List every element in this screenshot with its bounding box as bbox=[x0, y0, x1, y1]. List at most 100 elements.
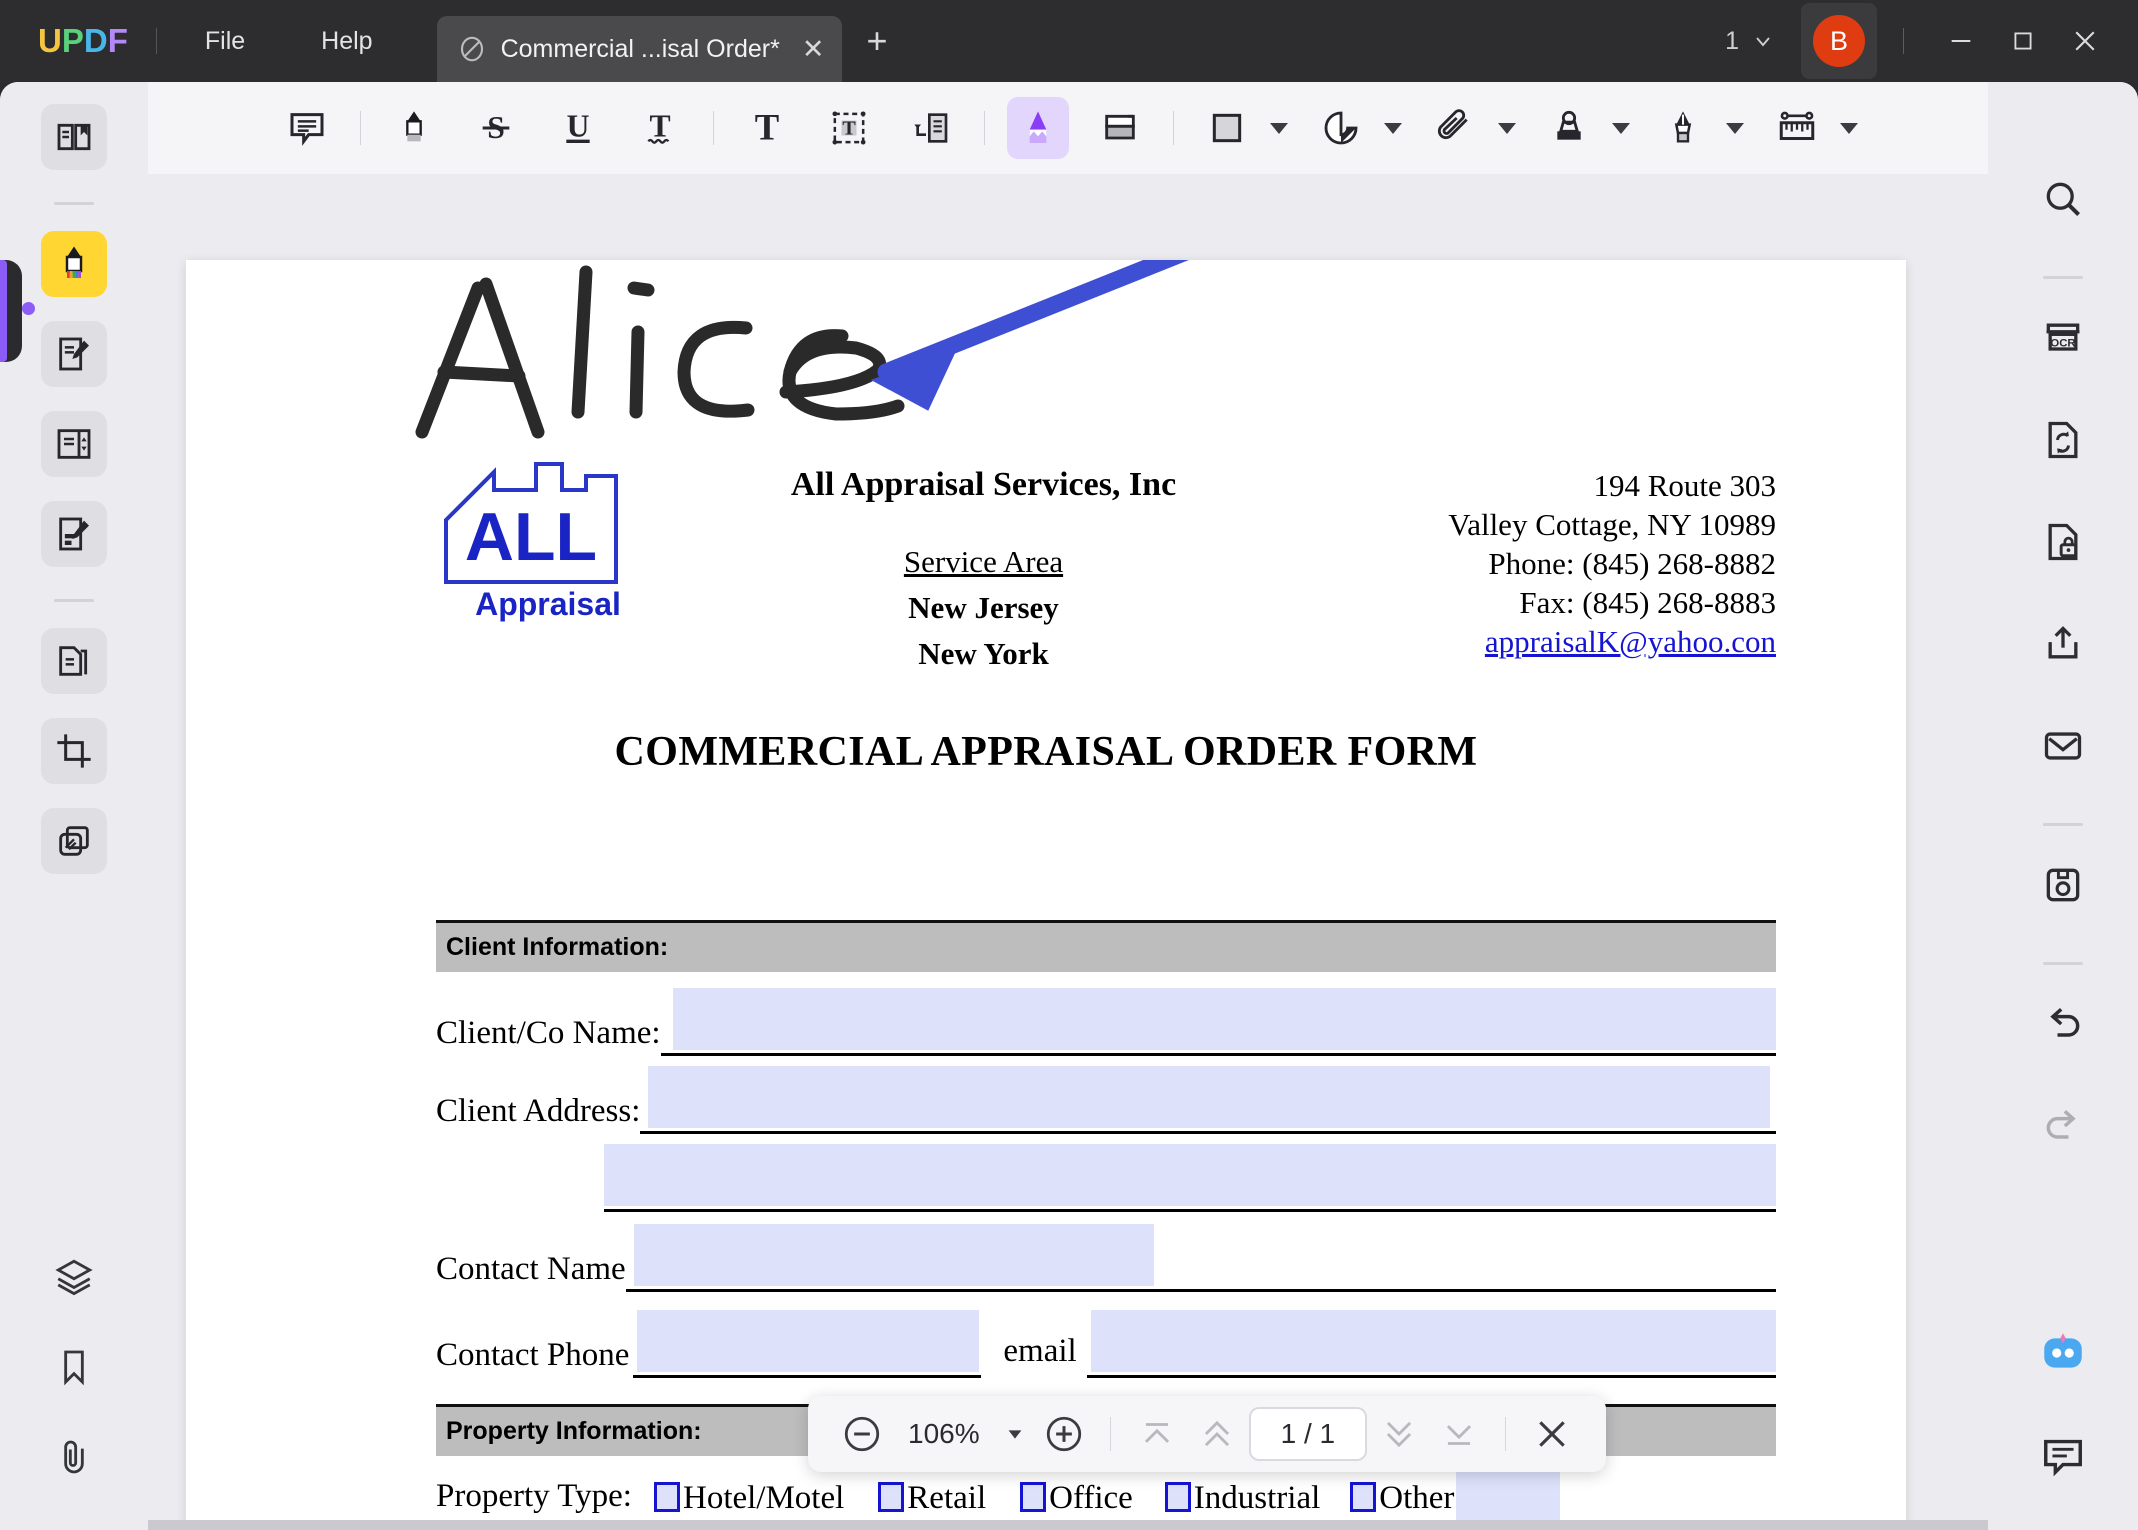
checkbox-box-hotel-motel[interactable] bbox=[654, 1482, 680, 1512]
service-area-label: Service Area bbox=[661, 544, 1306, 580]
tool-note[interactable] bbox=[276, 97, 338, 159]
new-tab-button[interactable]: + bbox=[866, 23, 887, 59]
field-property-type-other[interactable] bbox=[1456, 1470, 1560, 1522]
tool-text-box[interactable]: T bbox=[818, 97, 880, 159]
close-navbar-button[interactable] bbox=[1524, 1406, 1580, 1462]
zoom-level-value[interactable]: 106% bbox=[908, 1418, 980, 1450]
chevron-down-icon bbox=[1751, 29, 1775, 53]
ruler-icon bbox=[1776, 107, 1818, 149]
sidebar-item-compare[interactable] bbox=[41, 808, 107, 874]
sidebar-item-annotate[interactable] bbox=[41, 231, 107, 297]
field-client-address[interactable] bbox=[648, 1066, 1770, 1128]
tool-strikethrough[interactable]: S bbox=[465, 97, 527, 159]
tool-eraser[interactable] bbox=[1089, 97, 1151, 159]
ocr-button[interactable]: OCR bbox=[2030, 305, 2096, 371]
last-page-icon bbox=[1440, 1415, 1478, 1453]
field-contact-phone[interactable] bbox=[637, 1310, 979, 1372]
undo-arrow-icon bbox=[2041, 1002, 2085, 1046]
convert-icon bbox=[2041, 418, 2085, 462]
tool-callout[interactable] bbox=[900, 97, 962, 159]
tool-sticker[interactable] bbox=[1310, 97, 1372, 159]
ai-assistant-button[interactable] bbox=[2030, 1320, 2096, 1386]
logo-text-all: ALL bbox=[465, 499, 597, 575]
next-page-button[interactable] bbox=[1371, 1406, 1427, 1462]
sticker-dropdown-caret[interactable] bbox=[1384, 123, 1402, 134]
zoom-out-icon bbox=[841, 1413, 883, 1455]
minimize-button[interactable] bbox=[1930, 0, 1992, 82]
sidebar-item-layers[interactable] bbox=[41, 1244, 107, 1310]
checkbox-retail[interactable]: Retail bbox=[878, 1480, 986, 1517]
tool-squiggly[interactable]: T bbox=[629, 97, 691, 159]
field-client-co-name[interactable] bbox=[673, 988, 1776, 1050]
text-icon: T bbox=[747, 108, 787, 148]
measure-dropdown-caret[interactable] bbox=[1840, 123, 1858, 134]
convert-pdf-button[interactable] bbox=[2030, 407, 2096, 473]
pdf-page[interactable]: ALL Appraisal All Appraisal Services, In… bbox=[186, 260, 1906, 1530]
sidebar-item-prepare-form[interactable] bbox=[41, 501, 107, 567]
attachment-dropdown-caret[interactable] bbox=[1498, 123, 1516, 134]
prev-page-button[interactable] bbox=[1189, 1406, 1245, 1462]
zoom-out-button[interactable] bbox=[834, 1406, 890, 1462]
email-button[interactable] bbox=[2030, 713, 2096, 779]
last-page-button[interactable] bbox=[1431, 1406, 1487, 1462]
highlighter-icon bbox=[53, 243, 95, 285]
tool-shapes[interactable] bbox=[1196, 97, 1258, 159]
tab-count-dropdown[interactable]: 1 bbox=[1725, 27, 1775, 56]
search-button[interactable] bbox=[2030, 166, 2096, 232]
toolbar-divider-1 bbox=[360, 111, 361, 145]
checkbox-box-industrial[interactable] bbox=[1165, 1482, 1191, 1512]
tool-underline[interactable]: U bbox=[547, 97, 609, 159]
field-contact-name[interactable] bbox=[634, 1224, 1154, 1286]
tool-stamp[interactable] bbox=[1538, 97, 1600, 159]
tool-highlight[interactable] bbox=[383, 97, 445, 159]
sidebar-item-crop[interactable] bbox=[41, 718, 107, 784]
zoom-dropdown-button[interactable] bbox=[998, 1406, 1032, 1462]
stamp-dropdown-caret[interactable] bbox=[1612, 123, 1630, 134]
checkbox-hotel-motel[interactable]: Hotel/Motel bbox=[654, 1480, 844, 1517]
tool-attachment[interactable] bbox=[1424, 97, 1486, 159]
first-page-button[interactable] bbox=[1129, 1406, 1185, 1462]
document-viewport[interactable]: ALL Appraisal All Appraisal Services, In… bbox=[148, 174, 1988, 1530]
checkbox-other[interactable]: Other bbox=[1350, 1480, 1454, 1517]
email-link[interactable]: appraisalK@yahoo.con bbox=[1306, 622, 1776, 661]
tool-text[interactable]: T bbox=[736, 97, 798, 159]
save-button[interactable] bbox=[2030, 852, 2096, 918]
redo-button[interactable] bbox=[2030, 1093, 2096, 1159]
sidebar-item-attachments[interactable] bbox=[41, 1424, 107, 1490]
compare-docs-icon bbox=[54, 821, 94, 861]
menu-help[interactable]: Help bbox=[299, 19, 394, 64]
checkbox-industrial[interactable]: Industrial bbox=[1165, 1480, 1320, 1517]
signature-dropdown-caret[interactable] bbox=[1726, 123, 1744, 134]
shapes-dropdown-caret[interactable] bbox=[1270, 123, 1288, 134]
checkbox-box-other[interactable] bbox=[1350, 1482, 1376, 1512]
document-tab[interactable]: Commercial ...isal Order* ✕ bbox=[437, 16, 843, 82]
checkbox-box-retail[interactable] bbox=[878, 1482, 904, 1512]
close-tab-icon[interactable]: ✕ bbox=[802, 36, 825, 63]
protect-button[interactable] bbox=[2030, 509, 2096, 575]
page-layout-icon bbox=[54, 424, 94, 464]
sidebar-item-bookmarks[interactable] bbox=[41, 1334, 107, 1400]
maximize-button[interactable] bbox=[1992, 0, 2054, 82]
tool-measure[interactable] bbox=[1766, 97, 1828, 159]
sidebar-item-page-view[interactable] bbox=[41, 411, 107, 477]
prev-page-icon bbox=[1198, 1415, 1236, 1453]
share-button[interactable] bbox=[2030, 611, 2096, 677]
close-window-button[interactable] bbox=[2054, 0, 2116, 82]
zoom-in-button[interactable] bbox=[1036, 1406, 1092, 1462]
sidebar-item-organize-pages[interactable] bbox=[41, 628, 107, 694]
sidebar-item-edit-pdf[interactable] bbox=[41, 321, 107, 387]
service-area-nj: New Jersey bbox=[661, 590, 1306, 626]
tool-signature[interactable] bbox=[1652, 97, 1714, 159]
account-button[interactable]: B bbox=[1801, 3, 1877, 79]
page-indicator[interactable]: 1 / 1 bbox=[1249, 1407, 1367, 1461]
comments-panel-button[interactable] bbox=[2030, 1422, 2096, 1488]
field-email[interactable] bbox=[1091, 1310, 1776, 1372]
tool-pencil[interactable] bbox=[1007, 97, 1069, 159]
sidebar-item-reader[interactable] bbox=[41, 104, 107, 170]
svg-text:T: T bbox=[842, 118, 856, 140]
field-client-address-2[interactable] bbox=[604, 1144, 1776, 1206]
undo-button[interactable] bbox=[2030, 991, 2096, 1057]
checkbox-office[interactable]: Office bbox=[1020, 1480, 1133, 1517]
menu-file[interactable]: File bbox=[183, 19, 267, 64]
checkbox-box-office[interactable] bbox=[1020, 1482, 1046, 1512]
